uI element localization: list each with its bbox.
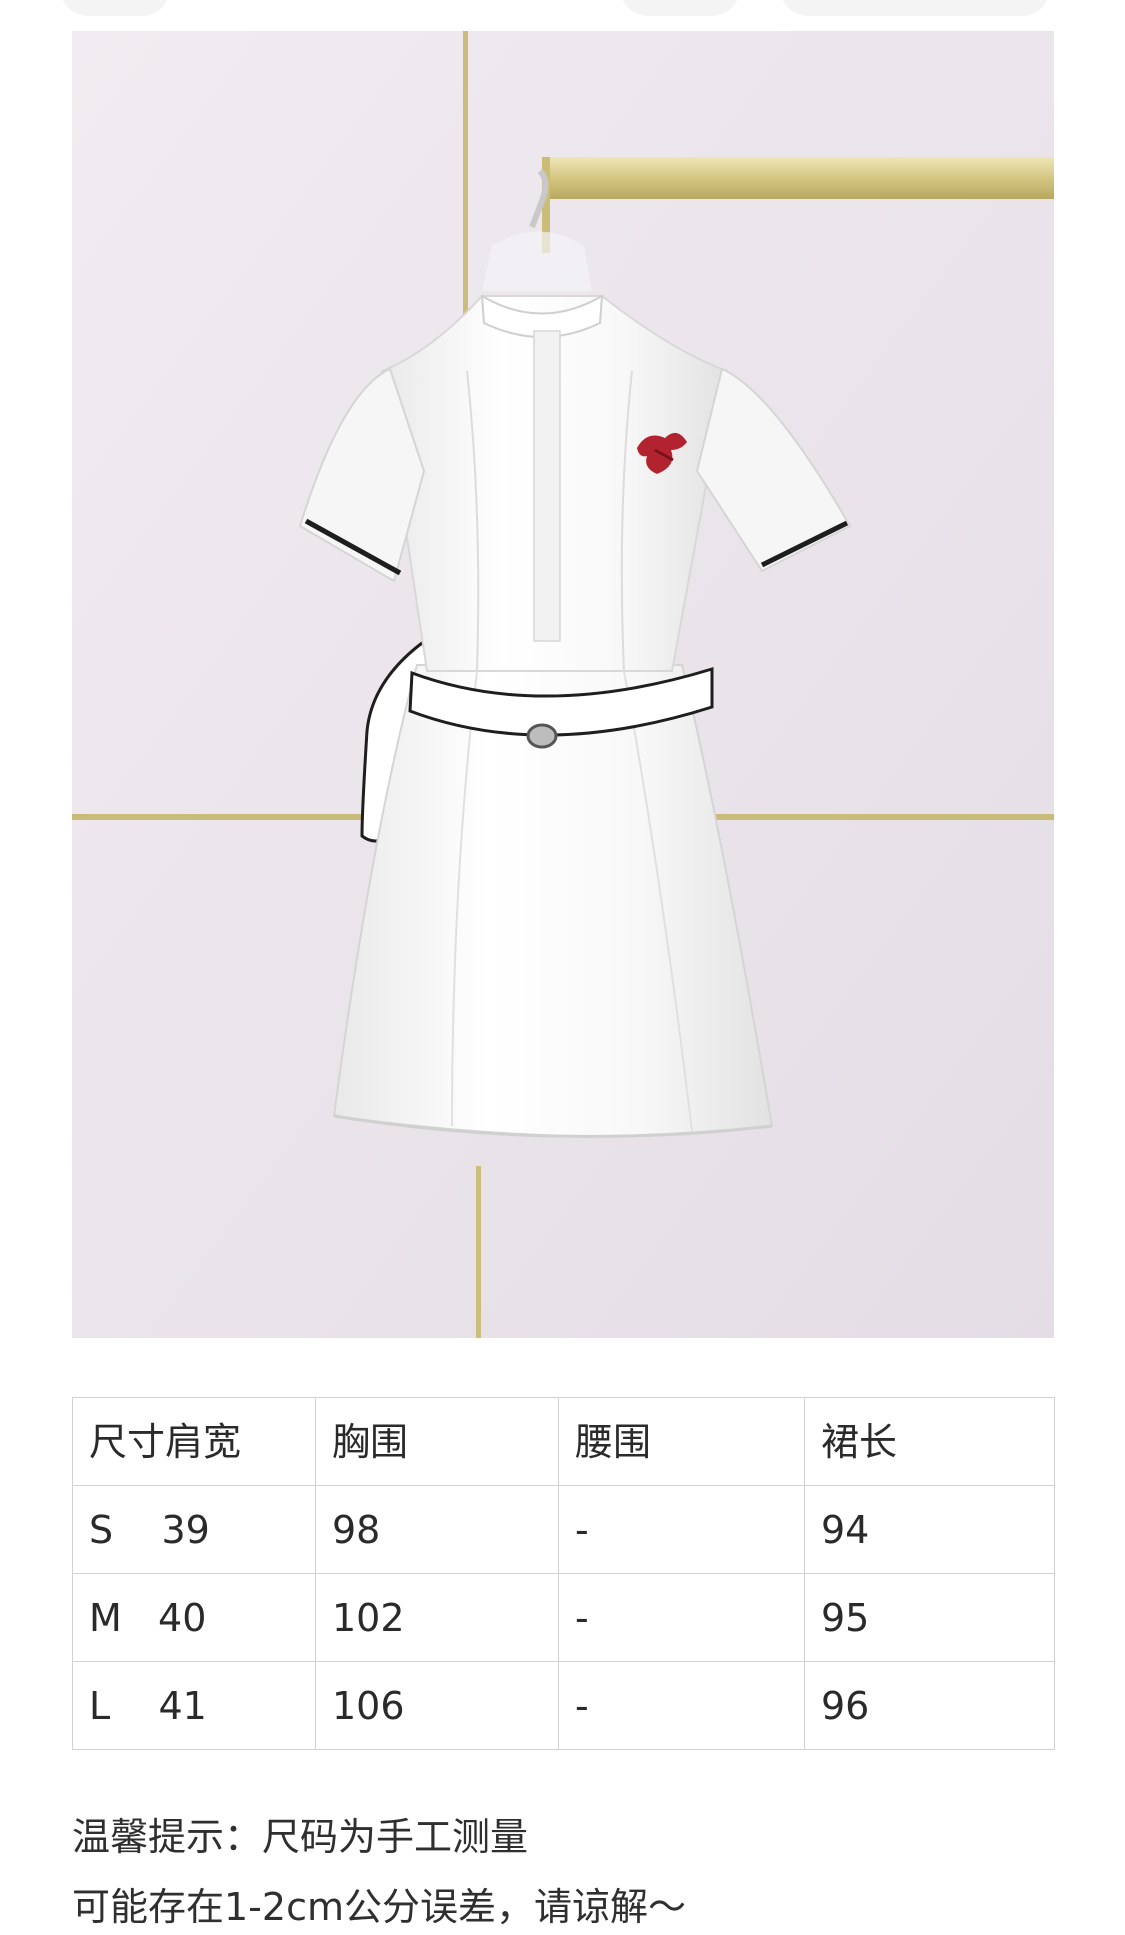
product-photo <box>72 31 1054 1338</box>
cell-chest: 102 <box>315 1573 559 1662</box>
top-partial-button[interactable] <box>60 0 170 16</box>
table-header-row: 尺寸肩宽 胸围 腰围 裙长 <box>72 1397 1055 1486</box>
header-length: 裙长 <box>804 1397 1055 1486</box>
top-partial-button[interactable] <box>780 0 1050 16</box>
top-partial-button[interactable] <box>620 0 740 16</box>
cell-waist: - <box>558 1485 805 1574</box>
cell-length: 95 <box>804 1573 1055 1662</box>
cell-size: M 40 <box>72 1573 316 1662</box>
cell-length: 96 <box>804 1661 1055 1750</box>
cell-chest: 98 <box>315 1485 559 1574</box>
dress-illustration <box>72 31 1054 1338</box>
notice-line-2: 可能存在1-2cm公分误差，请谅解～ <box>72 1885 686 1929</box>
notice-line-1: 温馨提示：尺码为手工测量 <box>72 1815 529 1859</box>
belt-buckle <box>526 723 558 749</box>
cell-waist: - <box>558 1661 805 1750</box>
header-waist: 腰围 <box>558 1397 805 1486</box>
cell-size: L 41 <box>72 1661 316 1750</box>
header-size-shoulder: 尺寸肩宽 <box>72 1397 316 1486</box>
table-row: L 41 106 - 96 <box>72 1661 1055 1750</box>
cell-waist: - <box>558 1573 805 1662</box>
header-chest: 胸围 <box>315 1397 559 1486</box>
hanging-rail <box>542 157 1054 199</box>
size-table: 尺寸肩宽 胸围 腰围 裙长 S 39 98 - 94 M 40 102 - 95… <box>72 1397 1055 1750</box>
table-row: M 40 102 - 95 <box>72 1573 1055 1662</box>
cell-length: 94 <box>804 1485 1055 1574</box>
table-row: S 39 98 - 94 <box>72 1485 1055 1574</box>
cell-size: S 39 <box>72 1485 316 1574</box>
cell-chest: 106 <box>315 1661 559 1750</box>
placket <box>533 330 561 642</box>
